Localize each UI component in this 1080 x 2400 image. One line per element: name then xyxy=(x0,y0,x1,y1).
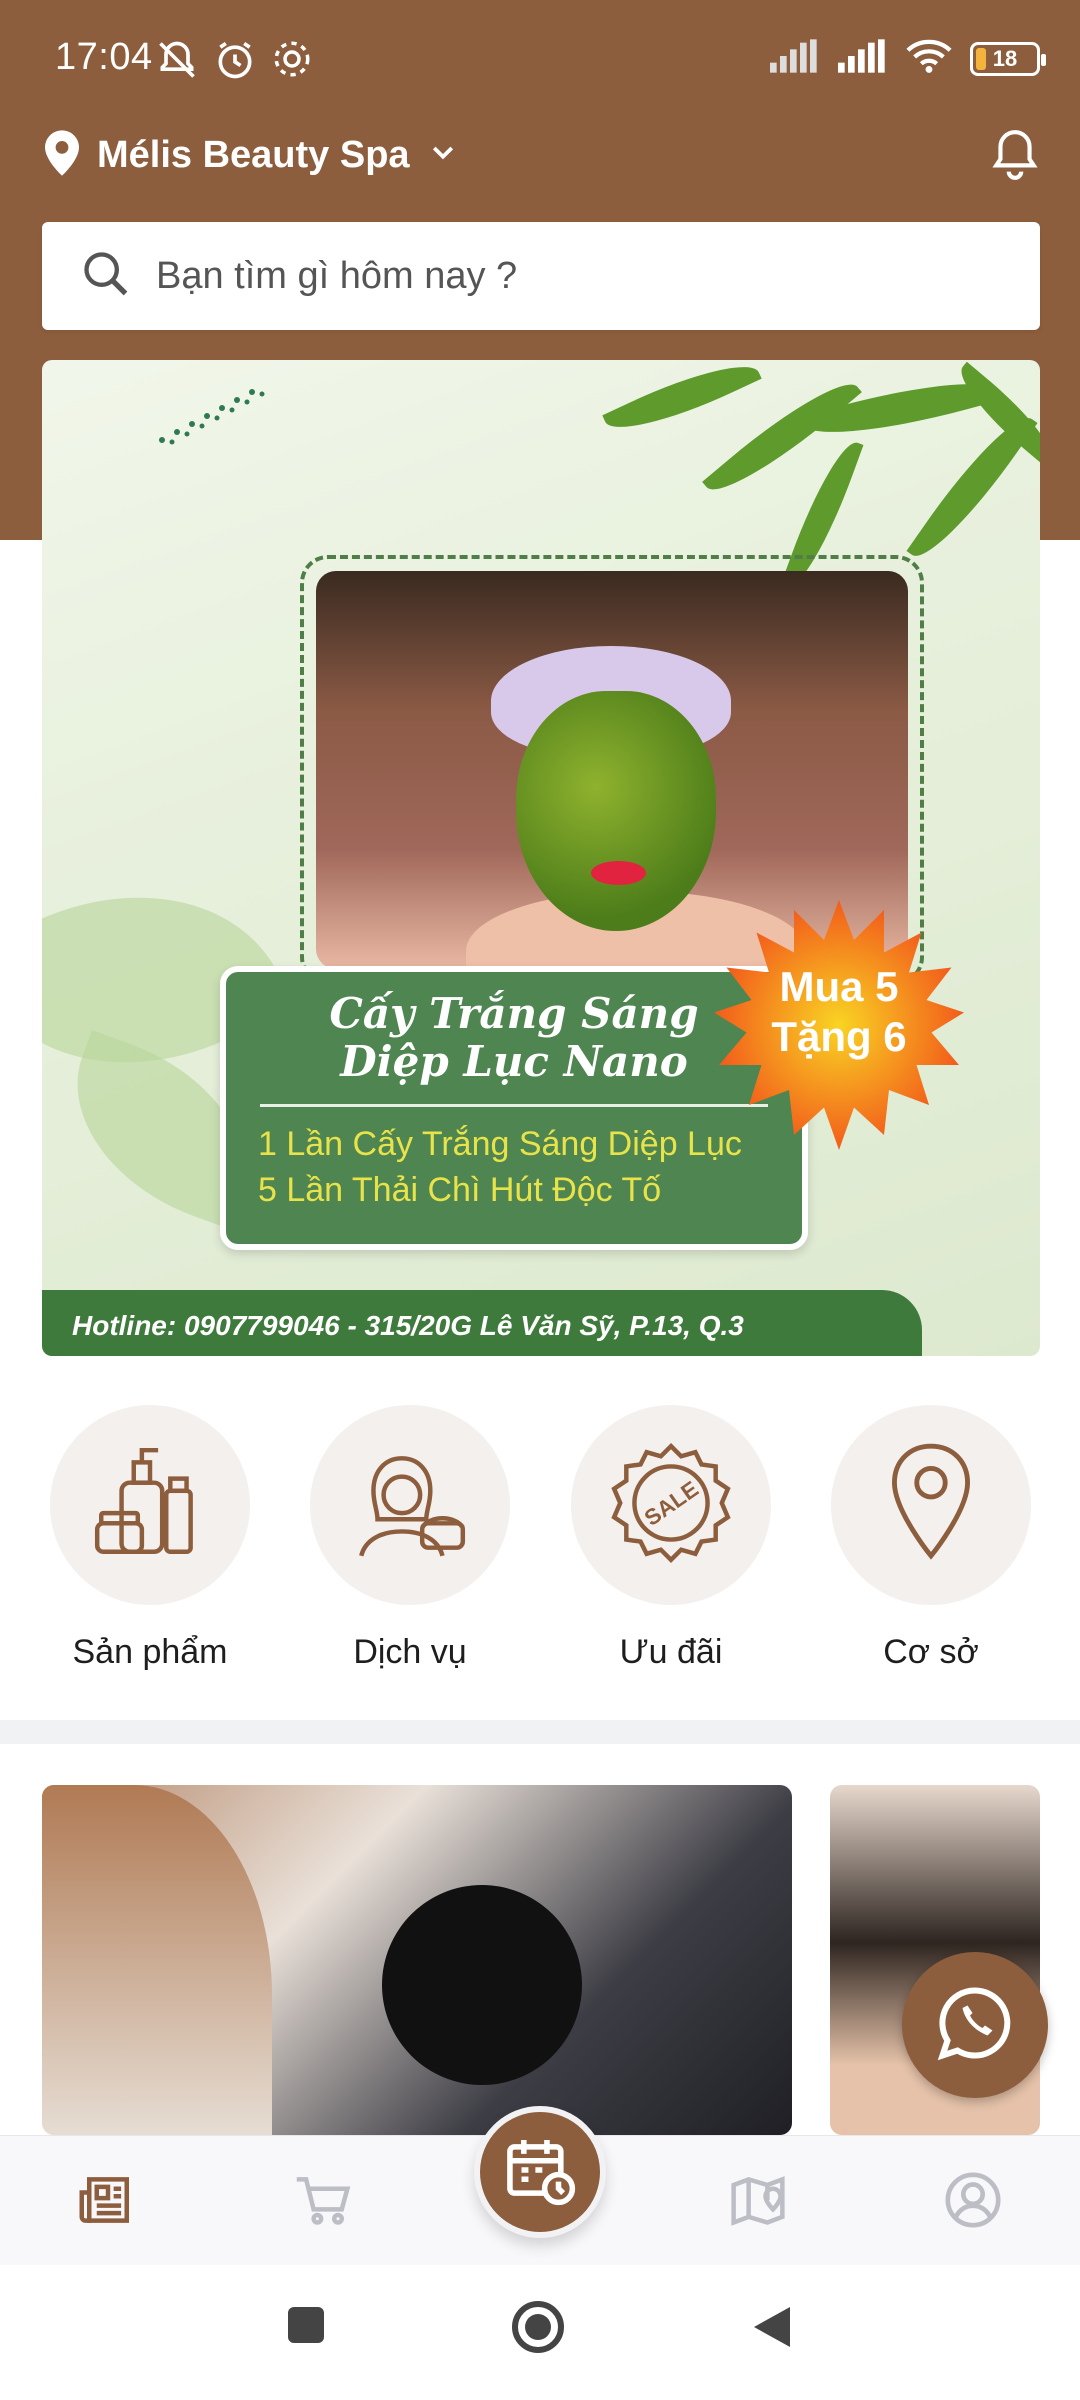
back-button[interactable] xyxy=(752,2305,792,2354)
recent-apps-button[interactable] xyxy=(286,2305,326,2350)
category-locations[interactable]: Cơ sở xyxy=(826,1405,1036,1672)
section-divider xyxy=(0,1720,1080,1744)
promo-detail-line2: 5 Lần Thải Chì Hút Độc Tố xyxy=(258,1171,662,1209)
status-bar: 17:04 18 xyxy=(0,0,1080,120)
promo-title-line2: Diệp Lục Nano xyxy=(340,1037,688,1086)
sale-badge-icon: SALE xyxy=(606,1438,736,1573)
nav-cart[interactable] xyxy=(287,2166,359,2238)
wifi-icon xyxy=(906,38,952,79)
whatsapp-button[interactable] xyxy=(902,1952,1048,2098)
search-input[interactable] xyxy=(156,254,956,298)
service-card[interactable] xyxy=(42,1785,792,2135)
badge-line2: Tặng 6 xyxy=(771,1013,907,1060)
news-icon xyxy=(78,2170,138,2235)
whatsapp-icon xyxy=(935,1983,1015,2068)
promo-starburst-badge: Mua 5 Tặng 6 xyxy=(714,900,964,1150)
facial-service-icon xyxy=(345,1438,475,1573)
battery-level: 18 xyxy=(992,45,1018,71)
user-icon xyxy=(942,2169,1004,2236)
category-label: Sản phẩm xyxy=(72,1633,228,1671)
search-bar[interactable] xyxy=(42,222,1040,330)
location-name: Mélis Beauty Spa xyxy=(97,134,410,176)
nav-news[interactable] xyxy=(72,2166,144,2238)
category-offers[interactable]: SALE Ưu đãi xyxy=(566,1405,776,1672)
location-selector[interactable]: Mélis Beauty Spa xyxy=(45,130,458,181)
hotline-bar: Hotline: 0907799046 - 315/20G Lê Văn Sỹ,… xyxy=(42,1290,922,1356)
battery-icon: 18 xyxy=(970,41,1046,76)
category-label: Cơ sở xyxy=(883,1633,979,1671)
bell-icon[interactable] xyxy=(990,128,1040,187)
nav-map[interactable] xyxy=(722,2166,794,2238)
alarm-icon xyxy=(213,38,257,87)
nav-profile[interactable] xyxy=(937,2166,1009,2238)
category-label: Dịch vụ xyxy=(353,1633,467,1671)
cart-icon xyxy=(293,2170,353,2235)
location-pin-icon xyxy=(45,130,79,181)
nav-booking[interactable] xyxy=(474,2106,606,2238)
status-time: 17:04 xyxy=(55,36,153,78)
promo-title-line1: Cấy Trắng Sáng xyxy=(329,989,699,1038)
category-row: Sản phẩm Dịch vụ SALE Ưu đãi Cơ sở xyxy=(0,1405,1080,1695)
calendar-clock-icon xyxy=(503,2133,577,2212)
status-icons-left xyxy=(155,38,313,87)
promo-banner[interactable]: Cấy Trắng Sáng Diệp Lục Nano 1 Lần Cấy T… xyxy=(42,360,1040,1356)
category-label: Ưu đãi xyxy=(619,1633,723,1671)
mute-notification-icon xyxy=(155,38,199,87)
bottom-navigation xyxy=(0,2106,1080,2265)
category-products[interactable]: Sản phẩm xyxy=(45,1405,255,1672)
signal-icon xyxy=(838,39,888,78)
category-services[interactable]: Dịch vụ xyxy=(305,1405,515,1672)
cosmetics-icon xyxy=(85,1438,215,1573)
home-button[interactable] xyxy=(510,2299,566,2360)
status-icons-right: 18 xyxy=(770,38,1046,79)
sparkle-decoration xyxy=(152,380,282,450)
signal-icon xyxy=(770,39,820,78)
location-pin-icon xyxy=(871,1438,991,1573)
search-icon xyxy=(80,248,132,305)
badge-line1: Mua 5 xyxy=(779,963,899,1010)
gear-icon xyxy=(271,38,313,87)
promo-detail-line1: 1 Lần Cấy Trắng Sáng Diệp Lục xyxy=(258,1125,742,1163)
system-navigation-bar xyxy=(0,2265,1080,2400)
chevron-down-icon xyxy=(428,138,458,173)
sale-text: SALE xyxy=(640,1476,703,1531)
map-icon xyxy=(728,2170,788,2235)
